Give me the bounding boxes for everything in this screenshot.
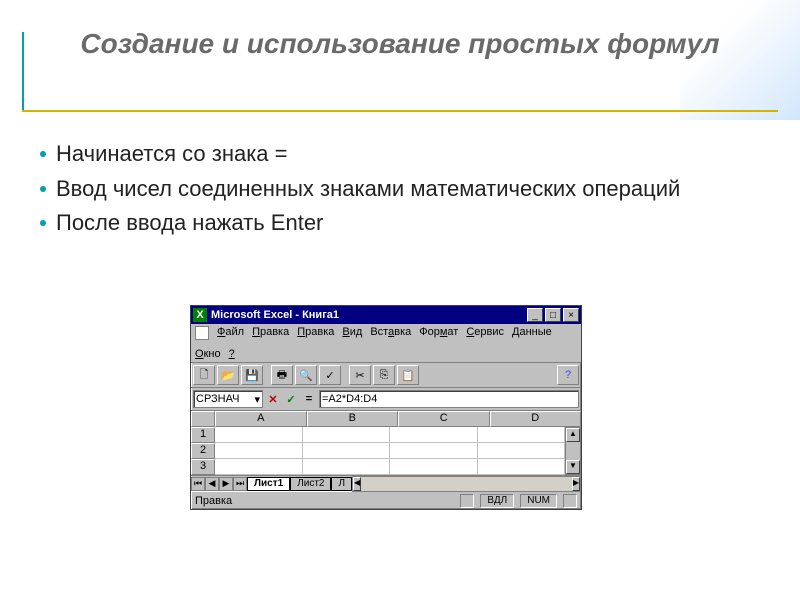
status-indicator: [563, 494, 577, 508]
row-header-1[interactable]: 1: [191, 427, 215, 443]
dropdown-icon: ▾: [254, 393, 260, 406]
menu-file[interactable]: Файл: [217, 326, 244, 340]
scroll-right-button[interactable]: ▶: [572, 477, 580, 491]
scroll-up-button[interactable]: ▲: [566, 428, 580, 442]
open-button[interactable]: 📂: [217, 365, 239, 385]
cells-area[interactable]: [215, 427, 565, 475]
accent-vertical-line: [22, 32, 24, 112]
scroll-down-button[interactable]: ▼: [566, 460, 580, 474]
status-bar: Правка ВДЛ NUM: [191, 491, 581, 509]
col-header-d[interactable]: D: [490, 411, 582, 427]
formula-text: =A2*D4:D4: [322, 393, 377, 405]
tab-last-button[interactable]: ⏭: [233, 477, 247, 491]
menu-edit2[interactable]: Правка: [297, 326, 334, 340]
name-box[interactable]: СРЗНАЧ ▾: [193, 390, 263, 408]
scroll-left-button[interactable]: ◀: [353, 477, 361, 491]
close-button[interactable]: ×: [563, 308, 579, 322]
paste-button[interactable]: 📋: [397, 365, 419, 385]
vertical-scrollbar[interactable]: ▲ ▼: [565, 427, 581, 475]
column-headers: A B C D: [191, 411, 581, 427]
sheet-tabs-row: ⏮ ◀ ▶ ⏭ Лист1 Лист2 Л ◀ ▶: [191, 475, 581, 491]
title-underline: [22, 110, 778, 112]
col-header-c[interactable]: C: [398, 411, 490, 427]
new-button[interactable]: 🗋: [193, 365, 215, 385]
slide-title: Создание и использование простых формул: [40, 28, 760, 66]
formula-bar: СРЗНАЧ ▾ ✕ ✓ = =A2*D4:D4: [191, 388, 581, 411]
menu-edit[interactable]: Правка: [252, 326, 289, 340]
equals-button[interactable]: =: [301, 391, 317, 407]
print-button[interactable]: 🖶: [271, 365, 293, 385]
sheet-tab-1[interactable]: Лист1: [247, 477, 290, 491]
status-indicator-num: NUM: [520, 494, 557, 508]
menu-format[interactable]: Формат: [419, 326, 458, 340]
preview-button[interactable]: 🔍: [295, 365, 317, 385]
document-icon: [195, 326, 209, 340]
confirm-formula-button[interactable]: ✓: [283, 391, 299, 407]
window-title: Microsoft Excel - Книга1: [211, 309, 525, 321]
save-button[interactable]: 💾: [241, 365, 263, 385]
tab-first-button[interactable]: ⏮: [191, 477, 205, 491]
spreadsheet-grid: A B C D 1 2 3 ▲ ▼: [191, 411, 581, 475]
bullet-item: Начинается со знака =: [40, 140, 760, 169]
col-header-a[interactable]: A: [215, 411, 307, 427]
cut-button[interactable]: ✂: [349, 365, 371, 385]
spellcheck-button[interactable]: ✓: [319, 365, 341, 385]
menu-view[interactable]: Вид: [342, 326, 362, 340]
maximize-button[interactable]: □: [545, 308, 561, 322]
col-header-b[interactable]: B: [307, 411, 399, 427]
excel-window: X Microsoft Excel - Книга1 _ □ × Файл Пр…: [190, 305, 582, 510]
copy-button[interactable]: ⎘: [373, 365, 395, 385]
menu-service[interactable]: Сервис: [466, 326, 504, 340]
menu-insert[interactable]: Вставка: [370, 326, 411, 340]
titlebar: X Microsoft Excel - Книга1 _ □ ×: [191, 306, 581, 324]
bullet-item: После ввода нажать Enter: [40, 209, 760, 238]
status-mode: Правка: [195, 495, 295, 507]
minimize-button[interactable]: _: [527, 308, 543, 322]
tab-prev-button[interactable]: ◀: [205, 477, 219, 491]
select-all-corner[interactable]: [191, 411, 215, 427]
excel-icon: X: [193, 308, 207, 322]
menu-data[interactable]: Данные: [512, 326, 552, 340]
bullet-item: Ввод чисел соединенных знаками математич…: [40, 175, 760, 204]
name-box-text: СРЗНАЧ: [196, 393, 239, 405]
cancel-formula-button[interactable]: ✕: [265, 391, 281, 407]
menu-window[interactable]: Окно: [195, 348, 221, 360]
sheet-tab-3[interactable]: Л: [331, 477, 352, 491]
help-button[interactable]: ?: [557, 365, 579, 385]
status-indicator-vdl: ВДЛ: [480, 494, 514, 508]
tab-next-button[interactable]: ▶: [219, 477, 233, 491]
horizontal-scrollbar[interactable]: ◀ ▶: [352, 476, 581, 492]
formula-input[interactable]: =A2*D4:D4: [319, 390, 579, 408]
toolbar: 🗋 📂 💾 🖶 🔍 ✓ ✂ ⎘ 📋 ?: [191, 363, 581, 388]
row-header-3[interactable]: 3: [191, 459, 215, 475]
menu-help[interactable]: ?: [229, 348, 235, 360]
menubar: Файл Правка Правка Вид Вставка Формат Се…: [191, 324, 581, 363]
sheet-tab-2[interactable]: Лист2: [290, 477, 331, 491]
bullet-list: Начинается со знака = Ввод чисел соедине…: [40, 140, 760, 244]
row-headers: 1 2 3: [191, 427, 215, 475]
status-indicator: [460, 494, 474, 508]
row-header-2[interactable]: 2: [191, 443, 215, 459]
